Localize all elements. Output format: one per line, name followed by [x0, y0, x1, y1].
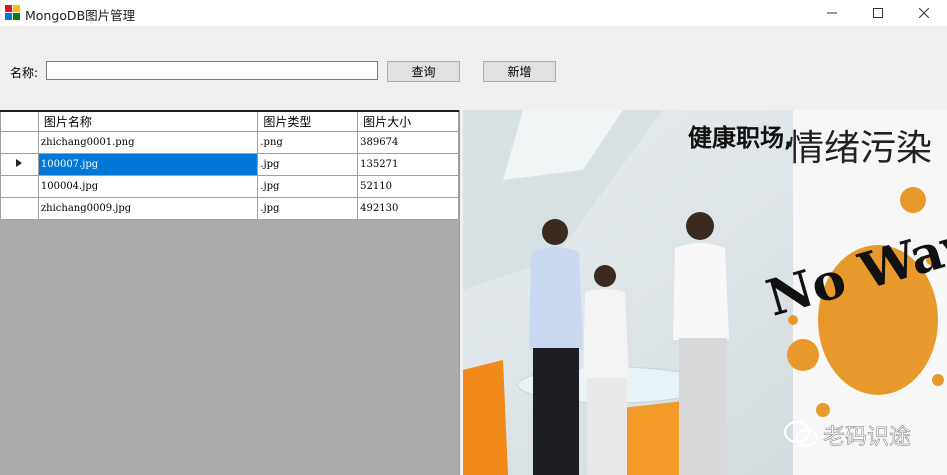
cell-name[interactable]: zhichang0009.jpg: [37, 196, 259, 220]
cell-size[interactable]: 492130: [357, 196, 459, 220]
headline-bold: 健康职场,: [688, 124, 793, 152]
cell-size[interactable]: 135271: [357, 152, 459, 176]
column-header-name[interactable]: 图片名称: [37, 110, 259, 132]
table-row[interactable]: zhichang0009.jpg .jpg 492130: [0, 196, 459, 220]
row-header[interactable]: [0, 196, 39, 220]
row-header[interactable]: [0, 174, 39, 198]
minimize-button[interactable]: [809, 0, 855, 26]
maximize-icon: [873, 8, 883, 18]
close-icon: [919, 8, 929, 18]
cell-type[interactable]: .jpg: [257, 196, 359, 220]
cell-name[interactable]: zhichang0001.png: [37, 130, 259, 154]
picture-preview: 健康职场, 情绪污染 No Way 老码识途: [463, 110, 947, 475]
column-header-size[interactable]: 图片大小: [357, 110, 459, 132]
title-bar: MongoDB图片管理: [0, 0, 947, 26]
cell-type[interactable]: .jpg: [257, 174, 359, 198]
person-right: [673, 212, 729, 475]
image-table: 图片名称 图片类型 图片大小 zhichang0001.png .png 389…: [0, 110, 459, 220]
table-row[interactable]: zhichang0001.png .png 389674: [0, 130, 459, 154]
table-row[interactable]: 100004.jpg .jpg 52110: [0, 174, 459, 198]
column-header-type[interactable]: 图片类型: [257, 110, 359, 132]
close-button[interactable]: [901, 0, 947, 26]
person-left: [529, 219, 583, 475]
person-middle: [583, 265, 629, 475]
cell-name[interactable]: 100004.jpg: [37, 174, 259, 198]
cell-size[interactable]: 389674: [357, 130, 459, 154]
cell-size[interactable]: 52110: [357, 174, 459, 198]
minimize-icon: [827, 12, 837, 14]
search-form: 名称: 查询 新增: [0, 26, 947, 110]
row-header[interactable]: [0, 152, 39, 176]
cell-type[interactable]: .jpg: [257, 152, 359, 176]
window-title: MongoDB图片管理: [25, 8, 136, 23]
image-grid[interactable]: 图片名称 图片类型 图片大小 zhichang0001.png .png 389…: [0, 110, 460, 475]
cell-type[interactable]: .png: [257, 130, 359, 154]
maximize-button[interactable]: [855, 0, 901, 26]
query-button[interactable]: 查询: [387, 61, 460, 82]
watermark-text: 老码识途: [823, 425, 911, 450]
name-input[interactable]: [46, 61, 378, 80]
app-icon: [5, 5, 20, 20]
row-header-corner: [0, 110, 39, 132]
row-header[interactable]: [0, 130, 39, 154]
preview-image: 健康职场, 情绪污染 No Way 老码识途: [463, 110, 947, 475]
add-button[interactable]: 新增: [483, 61, 556, 82]
cell-name[interactable]: 100007.jpg: [37, 152, 259, 176]
table-row-selected[interactable]: 100007.jpg .jpg 135271: [0, 152, 459, 176]
headline-light: 情绪污染: [788, 128, 932, 169]
grid-header-row: 图片名称 图片类型 图片大小: [0, 110, 459, 132]
current-row-arrow-icon: [16, 158, 23, 167]
name-label: 名称:: [10, 66, 39, 80]
